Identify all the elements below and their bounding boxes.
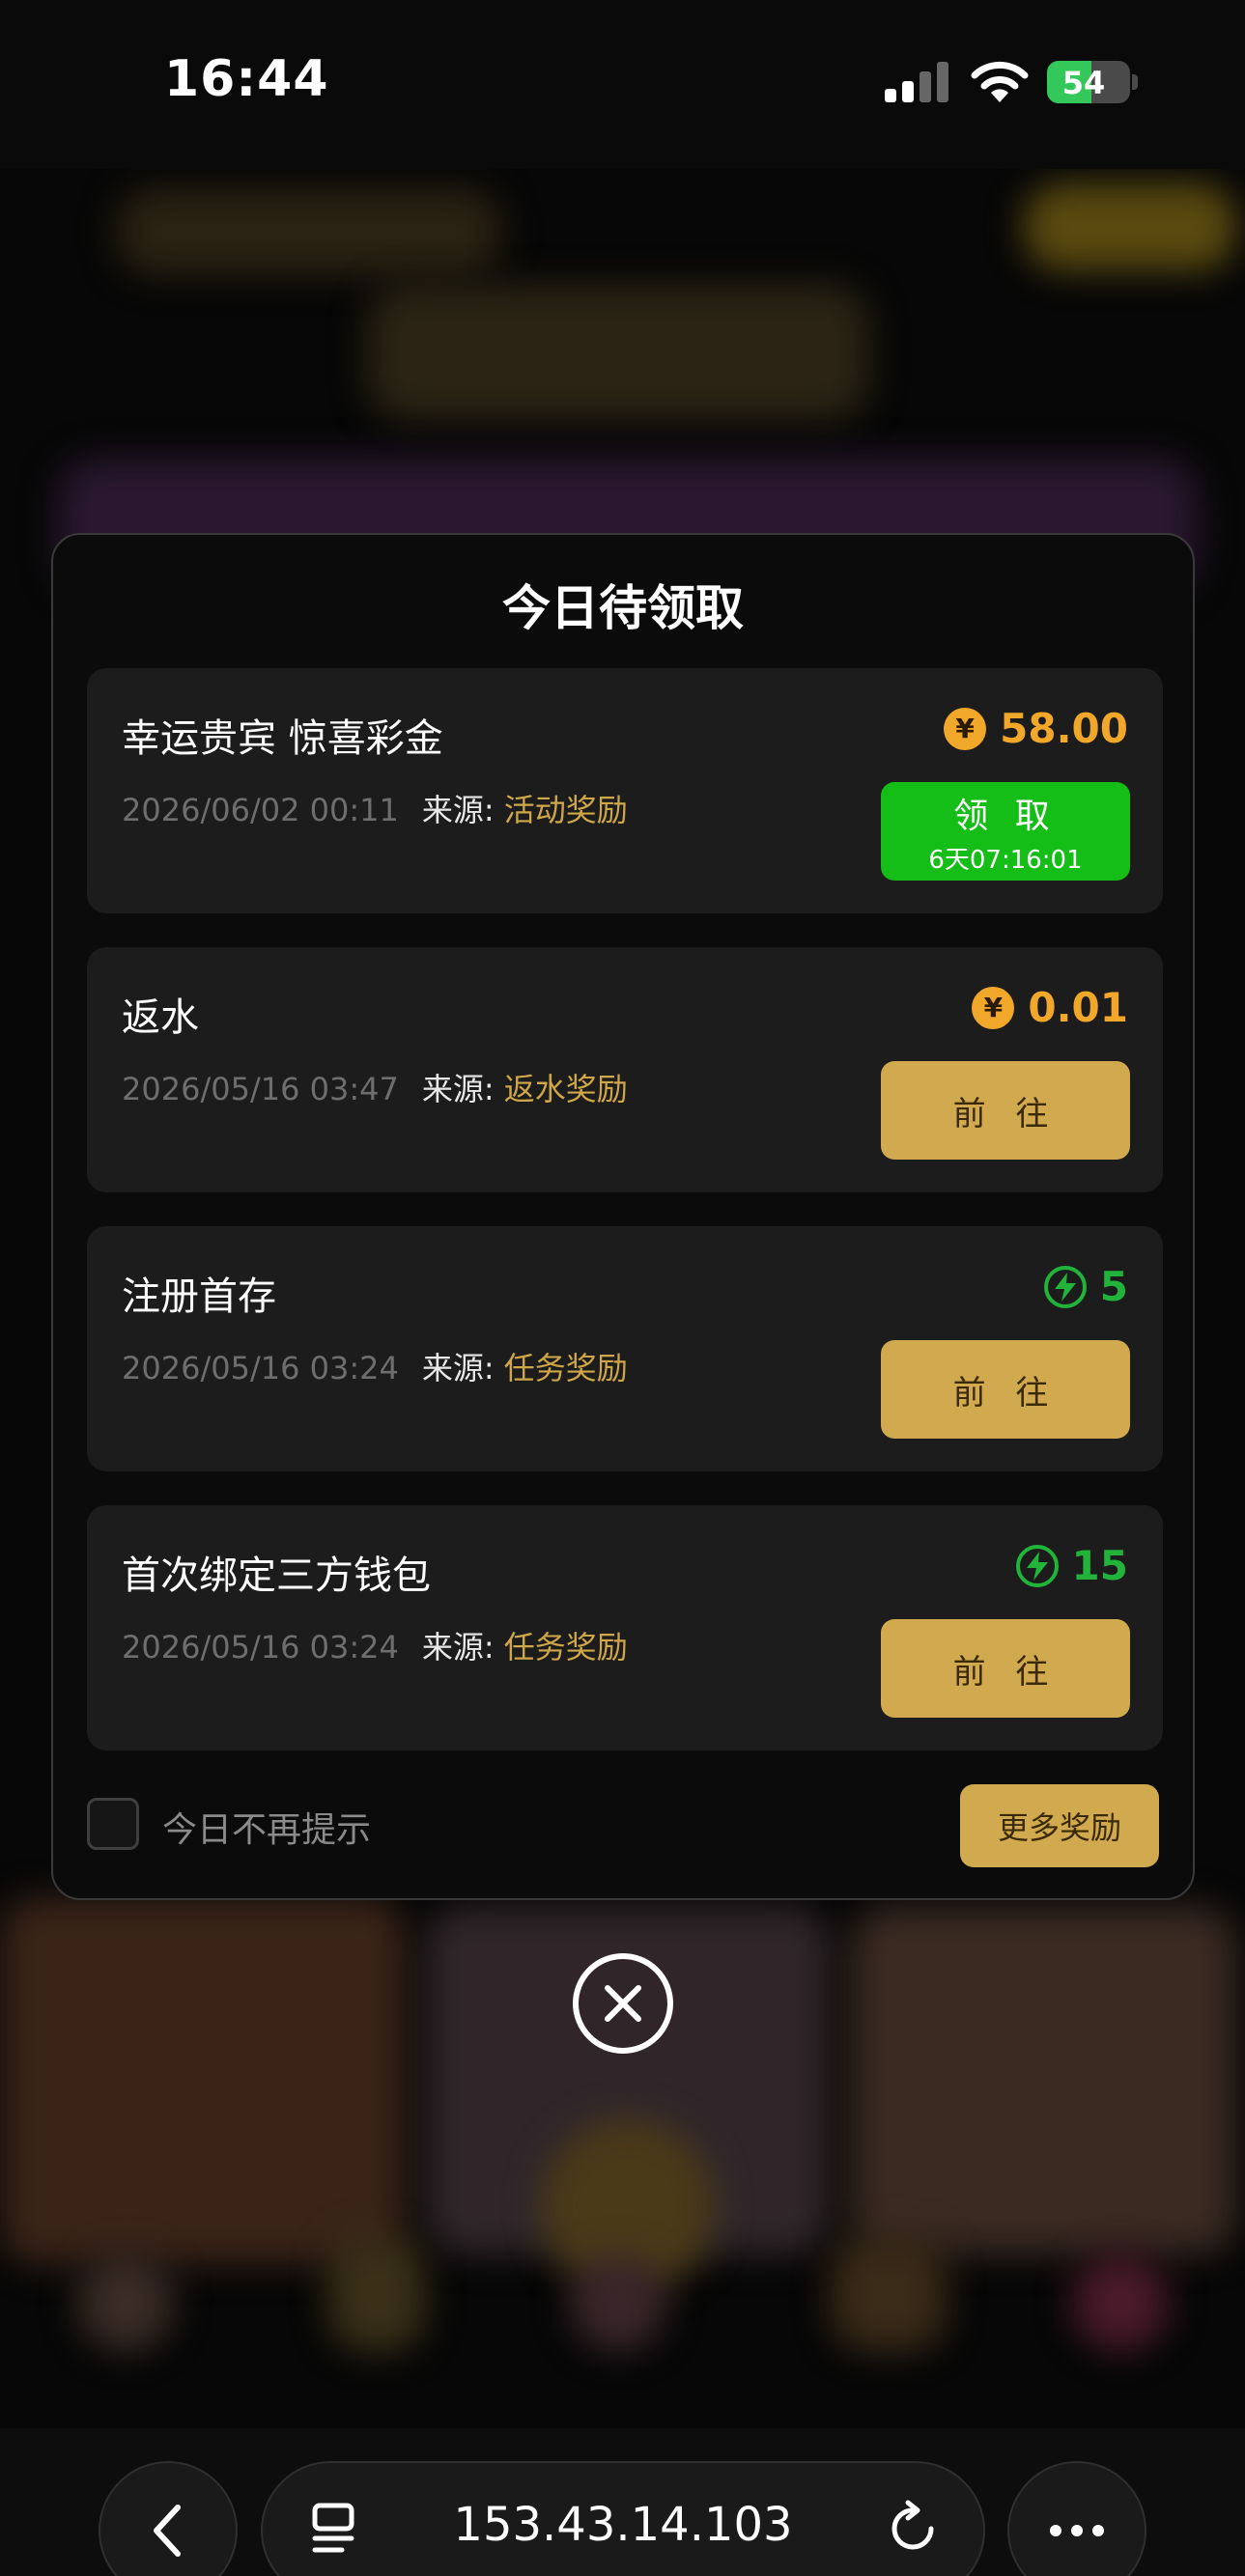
more-rewards-button[interactable]: 更多奖励 — [960, 1784, 1159, 1867]
battery-tip — [1132, 74, 1138, 90]
wifi-icon — [971, 61, 1029, 102]
reward-meta: 2026/05/16 03:24 来源: 任务奖励 — [122, 1623, 628, 1667]
reward-name: 返水 — [122, 995, 199, 1040]
reward-source: 活动奖励 — [503, 792, 628, 828]
browser-toolbar: 153.43.14.103 — [0, 2428, 1245, 2576]
reward-card: 注册首存 2026/05/16 03:24 来源: 任务奖励 5 前 往 — [87, 1226, 1163, 1471]
more-dot-icon — [1071, 2525, 1083, 2536]
reward-name: 幸运贵宾 惊喜彩金 — [122, 716, 443, 761]
more-dot-icon — [1050, 2525, 1061, 2536]
lightning-icon — [1015, 1544, 1059, 1587]
status-time: 16:44 — [164, 50, 329, 108]
reward-card: 返水 2026/05/16 03:47 来源: 返水奖励 ¥ 0.01 前 往 — [87, 947, 1163, 1192]
modal-title: 今日待领取 — [502, 580, 744, 636]
go-button[interactable]: 前 往 — [881, 1340, 1130, 1439]
reward-amount: ¥ 58.00 — [944, 705, 1128, 752]
battery-level: 54 — [1061, 65, 1106, 101]
status-bar: 16:44 54 — [0, 0, 1245, 169]
go-button[interactable]: 前 往 — [881, 1061, 1130, 1160]
reward-meta: 2026/05/16 03:47 来源: 返水奖励 — [122, 1065, 628, 1109]
reward-amount: 15 — [1015, 1542, 1128, 1589]
reward-amount-value: 58.00 — [1000, 705, 1128, 752]
more-options-button[interactable] — [1007, 2461, 1146, 2576]
source-label: 来源: — [421, 1350, 495, 1386]
reward-datetime: 2026/05/16 03:47 — [122, 1071, 399, 1107]
claim-button[interactable]: 领 取 6天07:16:01 — [881, 782, 1130, 881]
close-modal-button[interactable] — [573, 1953, 673, 2054]
source-label: 来源: — [421, 1629, 495, 1666]
reward-datetime: 2026/05/16 03:24 — [122, 1629, 399, 1666]
battery-icon: 54 — [1047, 61, 1130, 103]
coin-icon: ¥ — [944, 707, 987, 750]
reward-datetime: 2026/05/16 03:24 — [122, 1350, 399, 1386]
chevron-left-icon — [154, 2505, 181, 2557]
source-label: 来源: — [421, 792, 495, 828]
address-bar[interactable]: 153.43.14.103 — [261, 2461, 985, 2576]
reward-amount-value: 15 — [1071, 1542, 1128, 1589]
url-text: 153.43.14.103 — [453, 2498, 793, 2552]
reward-card: 幸运贵宾 惊喜彩金 2026/06/02 00:11 来源: 活动奖励 ¥ 58.… — [87, 668, 1163, 913]
go-button[interactable]: 前 往 — [881, 1619, 1130, 1718]
lightning-icon — [1043, 1265, 1087, 1308]
coin-icon: ¥ — [972, 986, 1015, 1029]
reward-amount-value: 5 — [1099, 1263, 1128, 1310]
reward-source: 任务奖励 — [503, 1629, 628, 1666]
claim-button-label: 领 取 — [953, 796, 1058, 836]
reload-icon[interactable] — [885, 2500, 941, 2556]
reward-card: 首次绑定三方钱包 2026/05/16 03:24 来源: 任务奖励 15 前 往 — [87, 1505, 1163, 1750]
reward-meta: 2026/06/02 00:11 来源: 活动奖励 — [122, 786, 628, 830]
reward-amount: 5 — [1043, 1263, 1128, 1310]
back-button[interactable] — [99, 2461, 238, 2576]
more-dot-icon — [1092, 2525, 1104, 2536]
reward-datetime: 2026/06/02 00:11 — [122, 792, 399, 828]
reward-name: 注册首存 — [122, 1274, 276, 1319]
dont-show-checkbox[interactable] — [87, 1798, 139, 1850]
rewards-modal: 今日待领取 幸运贵宾 惊喜彩金 2026/06/02 00:11 来源: 活动奖励… — [51, 533, 1195, 1900]
reward-meta: 2026/05/16 03:24 来源: 任务奖励 — [122, 1344, 628, 1388]
close-icon — [605, 1985, 641, 2022]
reward-source: 返水奖励 — [503, 1071, 628, 1107]
dont-show-label[interactable]: 今日不再提示 — [162, 1802, 371, 1852]
reward-amount-value: 0.01 — [1028, 984, 1128, 1031]
cellular-signal-icon — [885, 62, 948, 102]
reward-name: 首次绑定三方钱包 — [122, 1554, 431, 1598]
reward-source: 任务奖励 — [503, 1350, 628, 1386]
claim-countdown: 6天07:16:01 — [928, 845, 1083, 875]
source-label: 来源: — [421, 1071, 495, 1107]
reward-amount: ¥ 0.01 — [972, 984, 1128, 1031]
